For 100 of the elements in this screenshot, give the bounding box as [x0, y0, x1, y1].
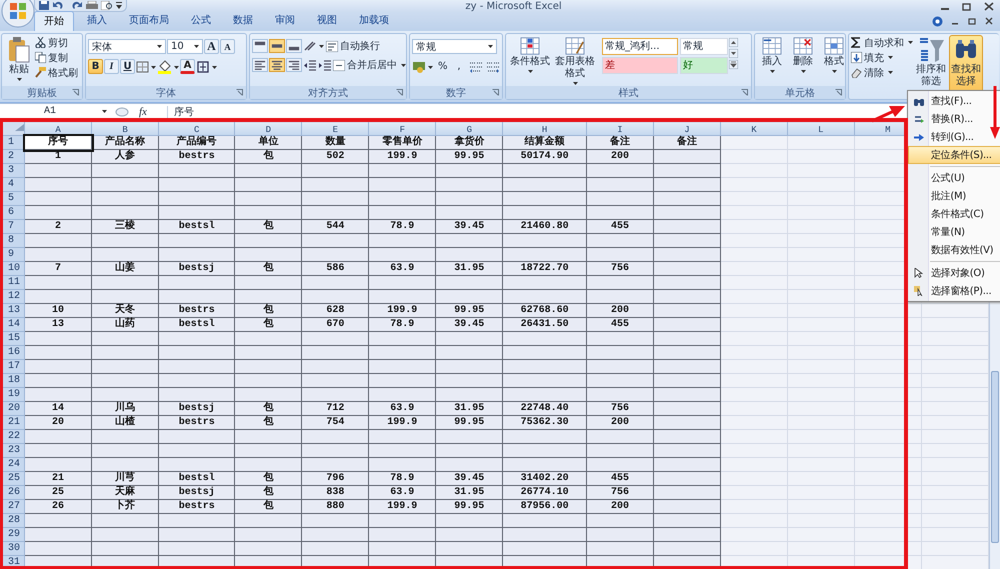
currency-icon[interactable]: [412, 60, 434, 74]
cell-style-swatch[interactable]: 差: [602, 57, 678, 74]
increase-decimal-icon[interactable]: [468, 60, 484, 74]
dialog-launcher-icon[interactable]: [72, 89, 79, 96]
dialog-launcher-icon[interactable]: [492, 89, 499, 96]
font-size-field[interactable]: 10: [167, 39, 203, 54]
fill-color-icon[interactable]: [157, 60, 179, 74]
menu-item[interactable]: 数据有效性(V): [908, 241, 1000, 259]
fill-button[interactable]: 填充: [851, 51, 913, 64]
column-header[interactable]: G: [436, 122, 503, 136]
insert-button[interactable]: 插入: [757, 35, 787, 75]
sort-filter-icon: [918, 37, 944, 63]
save-icon[interactable]: [39, 1, 49, 10]
close-icon[interactable]: [984, 2, 994, 10]
caret-icon: [800, 70, 806, 73]
shrink-font-button[interactable]: A: [220, 39, 235, 54]
underline-button[interactable]: U: [120, 59, 135, 74]
menu-item[interactable]: 选择对象(O): [908, 264, 1000, 282]
horizontal-align-icon[interactable]: [269, 58, 285, 72]
print-preview-icon[interactable]: [101, 1, 113, 10]
dialog-launcher-icon[interactable]: [236, 89, 243, 96]
dialog-launcher-icon[interactable]: [396, 89, 403, 96]
font-color-button[interactable]: A: [180, 59, 195, 74]
horizontal-align-icon[interactable]: [252, 58, 268, 72]
customize-icon[interactable]: [116, 1, 122, 10]
column-header[interactable]: E: [302, 122, 369, 136]
ribbon-tab[interactable]: 插入: [78, 11, 116, 31]
wrap-text-button[interactable]: 自动换行: [326, 40, 380, 52]
orientation-icon[interactable]: [303, 39, 325, 53]
decrease-decimal-icon[interactable]: [484, 60, 501, 74]
more-icon[interactable]: [729, 60, 738, 69]
dialog-launcher-icon[interactable]: [835, 89, 842, 96]
cell-style-swatch[interactable]: 好: [680, 57, 728, 74]
phonetic-guide-icon[interactable]: [196, 60, 218, 74]
column-header[interactable]: H: [502, 122, 586, 136]
increase-indent-icon[interactable]: [318, 58, 332, 72]
delete-button[interactable]: 删除: [788, 35, 818, 75]
ribbon-tab[interactable]: 审阅: [266, 11, 304, 31]
column-header[interactable]: J: [653, 122, 720, 136]
cell-style-swatch[interactable]: 常规: [680, 38, 728, 55]
zoom-handle-icon[interactable]: [115, 106, 129, 116]
caret-icon[interactable]: [102, 110, 107, 113]
borders-icon[interactable]: [136, 60, 156, 74]
column-header[interactable]: L: [787, 122, 854, 136]
scroll-down-icon[interactable]: [729, 49, 738, 58]
cut-button[interactable]: 剪切: [35, 36, 78, 49]
dialog-launcher-icon[interactable]: [741, 89, 748, 96]
ribbon-tab[interactable]: 开始: [34, 11, 74, 31]
formula-field[interactable]: 序号: [168, 104, 194, 118]
menu-item[interactable]: 条件格式(C): [908, 205, 1000, 223]
ribbon-tab[interactable]: 加载项: [350, 11, 398, 31]
autosum-button[interactable]: 自动求和: [851, 36, 913, 49]
menu-item[interactable]: 常量(N): [908, 223, 1000, 241]
help-icon[interactable]: [932, 16, 943, 27]
close-icon[interactable]: [985, 17, 994, 26]
ribbon-tab[interactable]: 页面布局: [120, 11, 178, 31]
format-button[interactable]: 格式: [819, 35, 849, 75]
font-name-field[interactable]: 宋体: [88, 39, 166, 54]
sort-filter-button[interactable]: 排序和筛选: [914, 35, 948, 95]
insert-function-button[interactable]: fx: [139, 106, 147, 118]
conditional-formatting-button[interactable]: 条件格式: [508, 35, 552, 75]
column-header[interactable]: B: [92, 122, 158, 136]
vertical-align-icon[interactable]: [252, 39, 268, 53]
paste-button[interactable]: 粘贴: [4, 35, 34, 83]
name-box[interactable]: A1: [0, 106, 100, 117]
ribbon-tab[interactable]: 数据: [224, 11, 262, 31]
bold-button[interactable]: B: [88, 59, 103, 74]
menu-item[interactable]: 批注(M): [908, 187, 1000, 205]
column-header[interactable]: K: [720, 122, 788, 136]
scroll-up-icon[interactable]: [729, 38, 738, 47]
horizontal-align-icon[interactable]: [286, 58, 302, 72]
scroll-thumb[interactable]: [991, 371, 999, 543]
printer-icon[interactable]: [86, 1, 98, 10]
column-header[interactable]: F: [368, 122, 436, 136]
format-as-table-button[interactable]: 套用表格格式: [553, 35, 597, 87]
merge-center-button[interactable]: 合并后居中: [333, 58, 406, 72]
vertical-align-icon[interactable]: [286, 39, 302, 53]
caret-icon: [528, 70, 532, 73]
percent-button[interactable]: %: [435, 59, 451, 74]
decrease-indent-icon[interactable]: [303, 58, 317, 72]
column-header[interactable]: D: [234, 122, 302, 136]
comma-style-button[interactable]: ,: [452, 59, 467, 74]
copy-button[interactable]: 复制: [35, 51, 78, 64]
menu-item[interactable]: 定位条件(S)...: [908, 146, 1000, 164]
number-format-field[interactable]: 常规: [412, 39, 497, 54]
menu-item[interactable]: 公式(U): [908, 169, 1000, 187]
menu-item[interactable]: 选择窗格(P)...: [908, 282, 1000, 300]
vertical-align-icon[interactable]: [269, 39, 285, 53]
ribbon-tab[interactable]: 视图: [308, 11, 346, 31]
grow-font-button[interactable]: A: [204, 39, 219, 54]
menu-item[interactable]: 查找(F)...: [908, 92, 1000, 110]
column-header[interactable]: I: [586, 122, 654, 136]
column-header[interactable]: C: [158, 122, 235, 136]
table-cell: 670: [302, 318, 369, 332]
table-cell: 200: [586, 416, 654, 430]
italic-button[interactable]: I: [104, 59, 119, 74]
clear-button[interactable]: 清除: [851, 66, 913, 79]
ribbon-tab[interactable]: 公式: [182, 11, 220, 31]
format-painter-button[interactable]: 格式刷: [35, 66, 78, 79]
cell-style-swatch[interactable]: 常规_鸿利...: [602, 38, 678, 55]
